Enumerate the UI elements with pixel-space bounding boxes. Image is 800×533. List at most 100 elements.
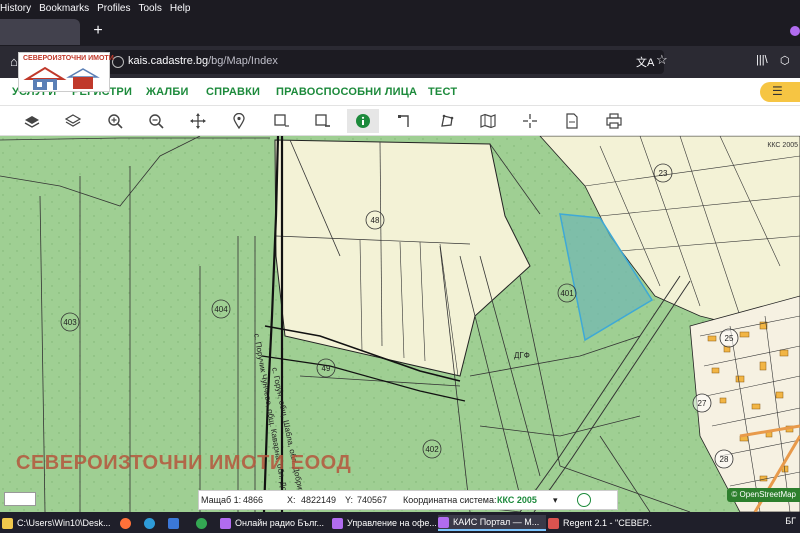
url-path: /bg/Map/Index <box>208 55 278 67</box>
osm-attribution[interactable]: © OpenStreetMap <box>727 488 800 502</box>
library-icon[interactable]: |||\ <box>756 54 768 66</box>
edge-icon <box>144 517 155 529</box>
menu-profiles[interactable]: Profiles <box>97 3 130 14</box>
document-icon <box>566 113 578 129</box>
parcel-48-label: 48 <box>371 216 380 225</box>
y-value: 740567 <box>357 495 388 505</box>
navigation-bar: ⌂ kais.cadastre.bg/bg/Map/Index 文A ☆ |||… <box>0 46 800 78</box>
parcel-25-label: 25 <box>725 334 734 343</box>
browser-profile-icon <box>332 517 343 529</box>
map-icon <box>480 113 496 129</box>
extensions-icon[interactable]: ⬡ <box>780 54 790 67</box>
crs-select[interactable]: ККС 2005 <box>497 495 537 505</box>
select-add-button[interactable] <box>268 109 294 133</box>
taskbar-chrome[interactable] <box>196 515 211 531</box>
kks-corner-label: ККС 2005 <box>767 142 798 149</box>
info-icon <box>356 114 370 128</box>
url-text: kais.cadastre.bg/bg/Map/Index <box>128 55 278 67</box>
zoom-out-button[interactable] <box>143 109 169 133</box>
scale-label: Мащаб 1: <box>201 495 242 505</box>
menu-pravosposobni-lica[interactable]: ПРАВОСПОСОБНИ ЛИЦА <box>276 86 417 98</box>
stack-tool-button[interactable] <box>60 109 86 133</box>
browser-tab[interactable] <box>0 19 80 45</box>
user-menu-button[interactable]: ☰ <box>760 82 800 102</box>
y-label: Y: <box>345 495 354 505</box>
pin-button[interactable] <box>226 109 252 133</box>
zoom-in-button[interactable] <box>102 109 128 133</box>
parcel-401-label: 401 <box>560 289 574 298</box>
taskbar-ie[interactable] <box>168 515 183 531</box>
x-label: X: <box>287 495 296 505</box>
parcel-28-label: 28 <box>720 455 729 464</box>
tray-language[interactable]: БГ <box>785 516 796 526</box>
document-button[interactable] <box>559 109 585 133</box>
select-remove-button[interactable] <box>309 109 335 133</box>
search-icon[interactable] <box>577 493 591 507</box>
crosshair-icon <box>523 114 537 128</box>
taskbar-regent[interactable]: Regent 2.1 - "СЕВЕР... <box>548 515 652 531</box>
cadastral-map[interactable]: 23 48 401 403 404 49 402 25 27 28 с. Гор… <box>0 136 800 512</box>
extension-icon[interactable] <box>790 26 800 36</box>
firefox-icon <box>120 517 131 529</box>
parcel-27-label: 27 <box>698 399 707 408</box>
parcel-23-label: 23 <box>659 169 668 178</box>
ie-icon <box>168 517 179 529</box>
regent-app-icon <box>548 517 559 529</box>
bookmark-star-icon[interactable]: ☆ <box>656 52 668 68</box>
pin-icon <box>233 113 245 129</box>
print-button[interactable] <box>601 109 627 133</box>
taskbar-offers[interactable]: Управление на офе... <box>332 515 436 531</box>
menu-help[interactable]: Help <box>170 3 191 14</box>
pan-icon <box>190 113 206 129</box>
print-icon <box>606 113 622 129</box>
taskbar-edge[interactable] <box>144 515 159 531</box>
taskbar-explorer[interactable]: C:\Users\Win10\Desk... <box>2 515 114 531</box>
crosshair-button[interactable] <box>517 109 543 133</box>
crs-label: Координатна система: <box>403 495 497 505</box>
pan-button[interactable] <box>185 109 211 133</box>
folder-icon <box>2 517 13 529</box>
layers-icon <box>24 116 40 128</box>
site-info-icon[interactable] <box>112 56 124 68</box>
menu-history[interactable]: History <box>0 3 31 14</box>
taskbar-radio-label: Онлайн радио Бълг... <box>235 518 324 528</box>
layers-tool-button[interactable] <box>19 109 45 133</box>
logo-text: СЕВЕРОИЗТОЧНИ ИМОТИ <box>23 55 114 62</box>
menu-spravki[interactable]: СПРАВКИ <box>206 86 260 98</box>
screen: History Bookmarks Profiles Tools Help + … <box>0 0 800 533</box>
overview-toggle[interactable] <box>4 492 36 506</box>
tab-strip: + <box>0 16 800 46</box>
crs-dropdown-icon[interactable]: ▾ <box>553 495 558 506</box>
zoom-out-icon <box>149 114 164 129</box>
x-value: 4822149 <box>301 495 337 505</box>
measure-line-button[interactable] <box>392 109 418 133</box>
map-button[interactable] <box>475 109 501 133</box>
browser-profile-icon <box>438 516 449 528</box>
scale-value[interactable]: 4866 <box>243 495 263 505</box>
system-tray[interactable]: БГ <box>785 516 796 526</box>
menu-bookmarks[interactable]: Bookmarks <box>39 3 89 14</box>
stack-icon <box>65 114 81 127</box>
hamburger-icon: ☰ <box>772 84 783 98</box>
browser-menu-bar: History Bookmarks Profiles Tools Help <box>0 0 800 16</box>
address-bar[interactable]: kais.cadastre.bg/bg/Map/Index <box>104 50 664 74</box>
menu-test[interactable]: ТЕСТ <box>428 86 457 98</box>
coordinate-status-bar: Мащаб 1: 4866 X: 4822149 Y: 740567 Коорд… <box>198 490 618 510</box>
measure-area-icon <box>441 114 454 127</box>
measure-line-icon <box>398 115 409 127</box>
browser-profile-icon <box>220 517 231 529</box>
taskbar-radio[interactable]: Онлайн радио Бълг... <box>220 515 328 531</box>
menu-zhalbi[interactable]: ЖАЛБИ <box>146 86 189 98</box>
menu-tools[interactable]: Tools <box>139 3 162 14</box>
site-menu: УСЛУГИ РЕГИСТРИ ЖАЛБИ СПРАВКИ ПРАВОСПОСО… <box>0 78 800 106</box>
select-remove-icon <box>315 114 330 127</box>
taskbar-regent-label: Regent 2.1 - "СЕВЕР... <box>563 518 652 528</box>
measure-area-button[interactable] <box>434 109 460 133</box>
info-button[interactable] <box>347 109 379 133</box>
taskbar-kais[interactable]: КАИС Портал — M... <box>438 515 546 531</box>
taskbar-firefox[interactable] <box>120 515 135 531</box>
new-tab-button[interactable]: + <box>88 21 108 41</box>
parcel-403-label: 403 <box>63 318 77 327</box>
translate-icon[interactable]: 文A <box>636 54 654 70</box>
dgf-label: ДГФ <box>514 351 530 360</box>
